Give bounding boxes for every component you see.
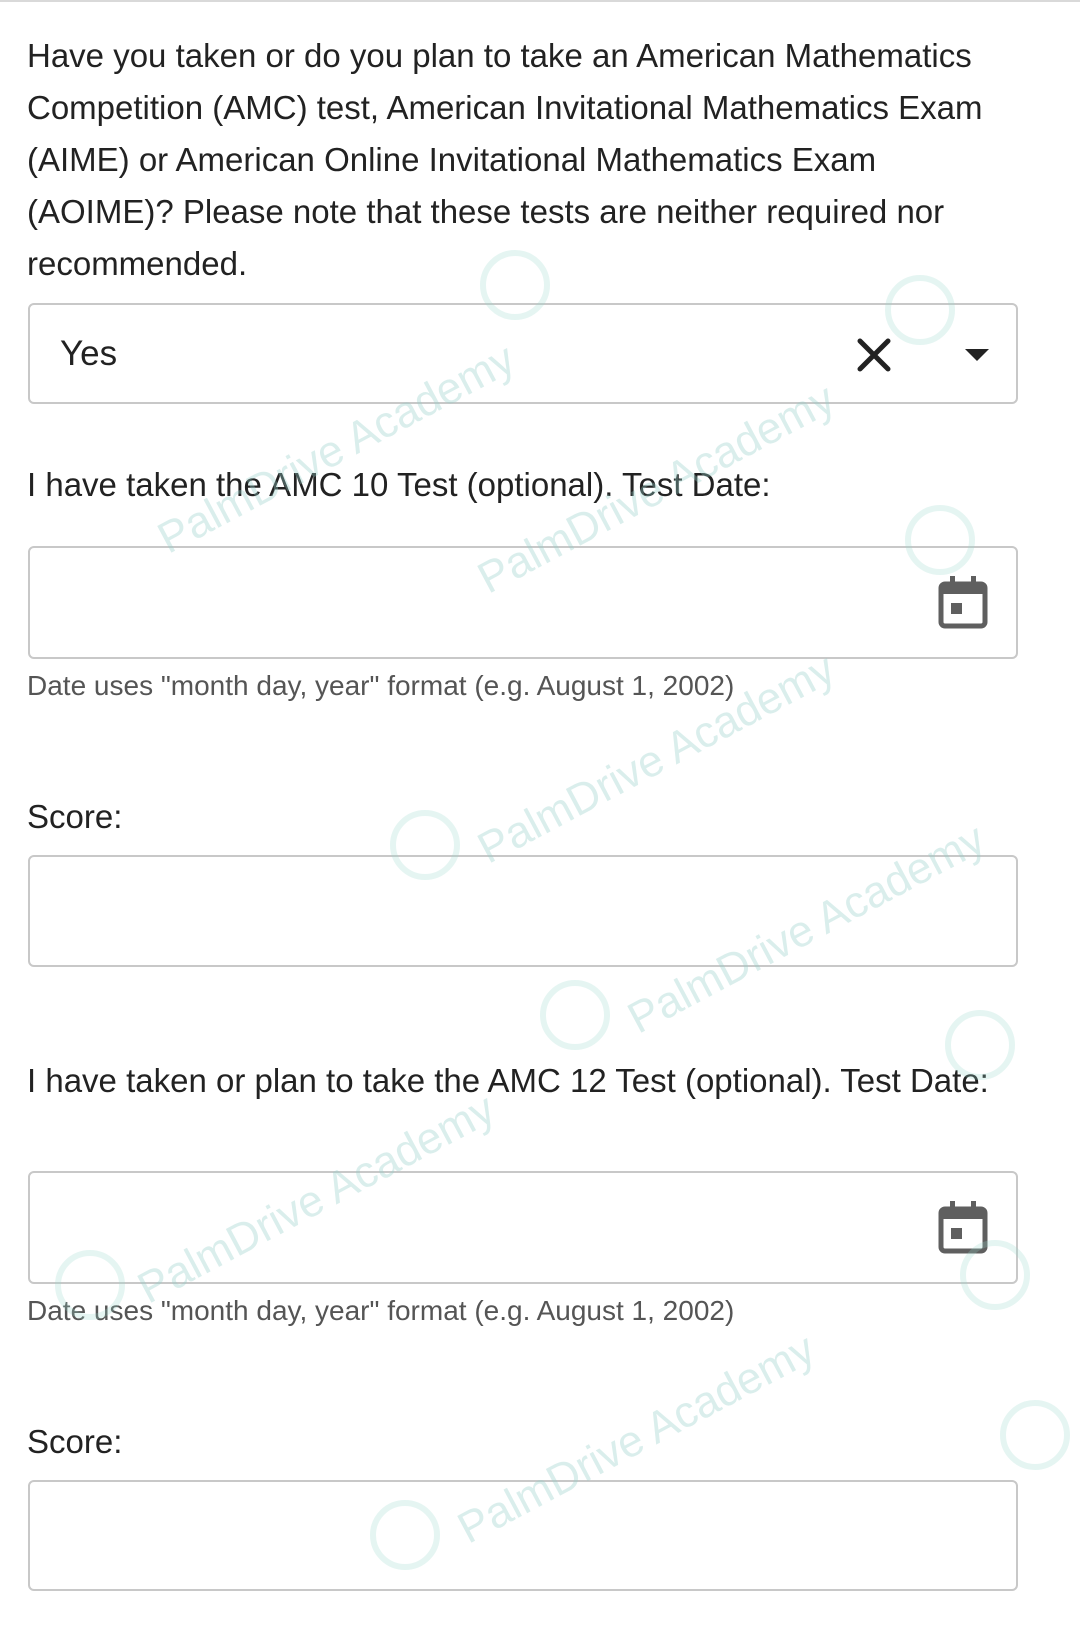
calendar-icon[interactable] [936,1199,990,1255]
amc12-date-hint: Date uses "month day, year" format (e.g.… [27,1295,735,1326]
amc-answer-select[interactable]: Yes [28,303,1018,404]
amc10-score-field[interactable] [28,855,1018,967]
amc10-date-label: I have taken the AMC 10 Test (optional).… [27,466,771,503]
amc10-date-hint: Date uses "month day, year" format (e.g.… [27,670,735,701]
amc10-score-label: Score: [27,798,123,835]
top-divider [0,0,1080,2]
amc-answer-selected-value: Yes [60,334,118,373]
amc10-date-field[interactable] [28,546,1018,659]
amc12-score-label: Score: [27,1423,123,1460]
calendar-icon[interactable] [936,574,990,630]
watermark-logo-icon [1000,1400,1070,1470]
amc12-score-input[interactable] [30,1482,1016,1589]
amc12-date-input[interactable] [30,1173,1016,1282]
amc12-score-field[interactable] [28,1480,1018,1591]
amc-question-label: Have you taken or do you plan to take an… [27,37,983,282]
watermark-logo-icon [540,980,610,1050]
amc10-date-input[interactable] [30,548,1016,657]
amc10-score-input[interactable] [30,857,1016,965]
caret-down-icon[interactable] [962,343,992,367]
amc12-date-label: I have taken or plan to take the AMC 12 … [27,1062,989,1099]
amc12-date-field[interactable] [28,1171,1018,1284]
close-icon[interactable] [852,333,896,377]
